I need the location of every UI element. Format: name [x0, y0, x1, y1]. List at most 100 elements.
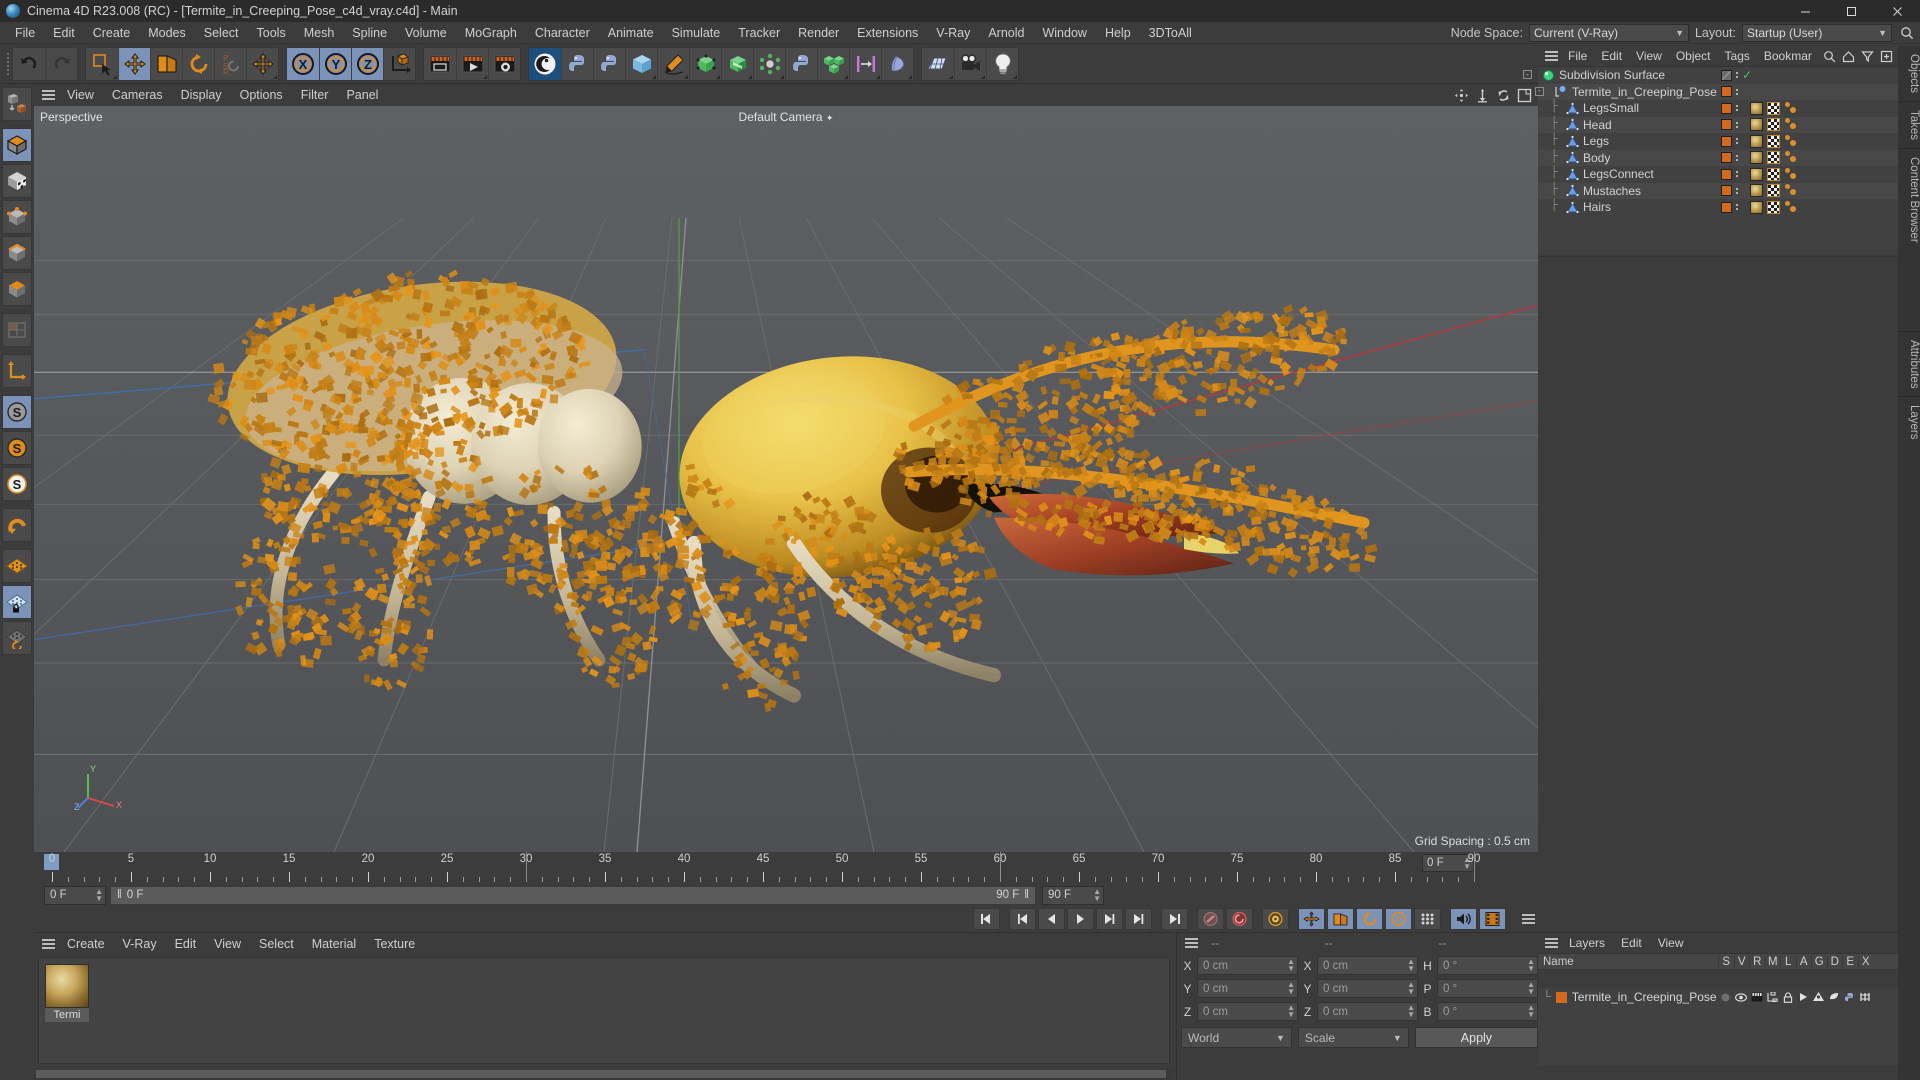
lock-y-axis-button[interactable]: Y [319, 47, 351, 80]
layer-col-g[interactable]: G [1811, 955, 1827, 968]
layer-row[interactable]: └ Termite_in_Creeping_Pose [1538, 988, 1898, 1006]
tab-layers[interactable]: Layers [1898, 396, 1920, 448]
expression-icon[interactable] [1842, 992, 1858, 1003]
object-enable-toggle[interactable] [1721, 185, 1732, 197]
menu-tracker[interactable]: Tracker [729, 22, 789, 44]
viewport-menu-cameras[interactable]: Cameras [103, 84, 172, 106]
uv-mode-button[interactable] [2, 313, 32, 347]
node-space-select[interactable]: Current (V-Ray) ▼ [1528, 23, 1689, 42]
tab-attributes[interactable]: Attributes [1898, 330, 1920, 397]
viewport-menu-filter[interactable]: Filter [292, 84, 338, 106]
timeline-ruler[interactable]: 0 F ▲▼ 051015202530354045505560657075808… [44, 852, 1480, 882]
menu-extensions[interactable]: Extensions [848, 22, 927, 44]
next-key-button[interactable] [1125, 908, 1152, 930]
record-pla-button[interactable] [1414, 908, 1441, 930]
rot-h-field[interactable]: 0 ° ▲ ▼ [1437, 956, 1538, 975]
phong-tag-icon[interactable] [1784, 134, 1798, 148]
object-tree-row[interactable]: ├ Head [1538, 116, 1898, 133]
size-z-field[interactable]: 0 cm ▲ ▼ [1317, 1002, 1418, 1021]
toolbar-drag-handle[interactable] [4, 47, 12, 81]
add-light-button[interactable] [986, 47, 1018, 80]
make-editable-button[interactable] [2, 87, 32, 121]
menu-window[interactable]: Window [1033, 22, 1095, 44]
material-tag-icon[interactable] [1750, 167, 1763, 181]
psr-lock-tool[interactable]: PSR [214, 47, 246, 80]
minimize-button[interactable] [1782, 0, 1828, 22]
spinner-icon[interactable]: ▲ ▼ [95, 887, 103, 902]
uvw-tag-icon[interactable] [1767, 184, 1780, 198]
render-to-picture-viewer-button[interactable] [456, 47, 488, 80]
polygons-mode-button[interactable] [2, 272, 32, 306]
visibility-dots-icon[interactable] [1736, 204, 1738, 211]
autokey-button[interactable] [1226, 908, 1253, 930]
pos-x-field[interactable]: 0 cm ▲ ▼ [1197, 956, 1298, 975]
object-enable-toggle[interactable] [1721, 102, 1732, 114]
step-back-button[interactable] [1038, 908, 1065, 930]
hamburger-icon[interactable] [1518, 908, 1538, 930]
tab-takes[interactable]: Takes [1898, 101, 1920, 148]
python-generator-button[interactable] [593, 47, 625, 80]
menu-select[interactable]: Select [195, 22, 248, 44]
object-tree-list[interactable]: - Subdivision Surface ✓ - Termite_in_Creepin… [1523, 66, 1898, 254]
visibility-dots-icon[interactable] [1736, 138, 1738, 145]
material-menu-material[interactable]: Material [303, 933, 365, 955]
hamburger-icon[interactable] [1541, 45, 1561, 67]
object-enable-toggle[interactable] [1721, 119, 1732, 131]
align-button[interactable] [849, 47, 881, 80]
material-tag-icon[interactable] [1750, 134, 1763, 148]
manager-icon[interactable] [1765, 992, 1781, 1002]
menu-character[interactable]: Character [526, 22, 599, 44]
spinner-icon[interactable]: ▲ ▼ [1287, 981, 1295, 996]
object-enable-toggle[interactable] [1721, 135, 1732, 147]
record-position-button[interactable] [1298, 908, 1325, 930]
pos-z-field[interactable]: 0 cm ▲ ▼ [1197, 1002, 1298, 1021]
object-tree-row[interactable]: ├ Mustaches [1538, 182, 1898, 199]
spinner-icon[interactable]: ▲ ▼ [1407, 958, 1415, 973]
uvw-tag-icon[interactable] [1767, 118, 1780, 132]
material-item[interactable]: Termi [45, 964, 89, 1022]
viewport-menu-options[interactable]: Options [231, 84, 292, 106]
maximize-button[interactable] [1828, 0, 1874, 22]
texture-mode-button[interactable] [2, 164, 32, 198]
material-menu-view[interactable]: View [205, 933, 250, 955]
rot-b-field[interactable]: 0 ° ▲ ▼ [1437, 1002, 1538, 1021]
visibility-dots-icon[interactable] [1736, 72, 1738, 79]
add-floor-button[interactable] [922, 47, 954, 80]
object-menu-tags[interactable]: Tags [1718, 46, 1757, 66]
layer-col-d[interactable]: D [1826, 955, 1843, 968]
search-icon[interactable] [1822, 49, 1837, 64]
deformer-button[interactable] [753, 47, 785, 80]
previous-key-button[interactable] [1009, 908, 1036, 930]
menu-mesh[interactable]: Mesh [295, 22, 344, 44]
render-view-button[interactable] [424, 47, 456, 80]
timeline-preview-range-bar[interactable]: ‖ 0 F 90 F ‖ [110, 885, 1036, 905]
object-tree-row[interactable]: ├ LegsSmall [1538, 100, 1898, 117]
layer-col-s[interactable]: S [1718, 955, 1734, 968]
world-coordinate-system-button[interactable] [383, 47, 415, 80]
object-menu-view[interactable]: View [1629, 46, 1669, 66]
material-tag-icon[interactable] [1750, 101, 1763, 115]
expand-collapse-icon[interactable]: - [1535, 86, 1544, 96]
object-tree-row[interactable]: ├ Hairs [1538, 199, 1898, 216]
layer-col-r[interactable]: R [1749, 955, 1765, 968]
material-menu-edit[interactable]: Edit [166, 933, 206, 955]
menu-arnold[interactable]: Arnold [979, 22, 1033, 44]
menu-file[interactable]: File [6, 22, 44, 44]
visibility-dots-icon[interactable] [1736, 187, 1738, 194]
tab-objects[interactable]: Objects [1898, 46, 1920, 101]
model-mode-button[interactable] [2, 128, 32, 162]
render-settings-button[interactable] [488, 47, 520, 80]
object-enable-toggle[interactable] [1721, 201, 1732, 213]
snap-button[interactable] [2, 508, 32, 542]
scale-tool[interactable] [150, 47, 182, 80]
menu-render[interactable]: Render [789, 22, 848, 44]
record-keyframe-button[interactable] [1197, 908, 1224, 930]
menu-animate[interactable]: Animate [599, 22, 663, 44]
timeline-end-frame-field[interactable]: 90 F ▲ ▼ [1042, 885, 1104, 905]
mograph-cloner-button[interactable] [817, 47, 849, 80]
python-script-button[interactable] [561, 47, 593, 80]
spinner-icon[interactable]: ▲ ▼ [1527, 958, 1535, 973]
spinner-icon[interactable]: ▲ ▼ [1093, 887, 1101, 902]
layer-color-swatch[interactable] [1555, 991, 1567, 1003]
menu-modes[interactable]: Modes [139, 22, 195, 44]
